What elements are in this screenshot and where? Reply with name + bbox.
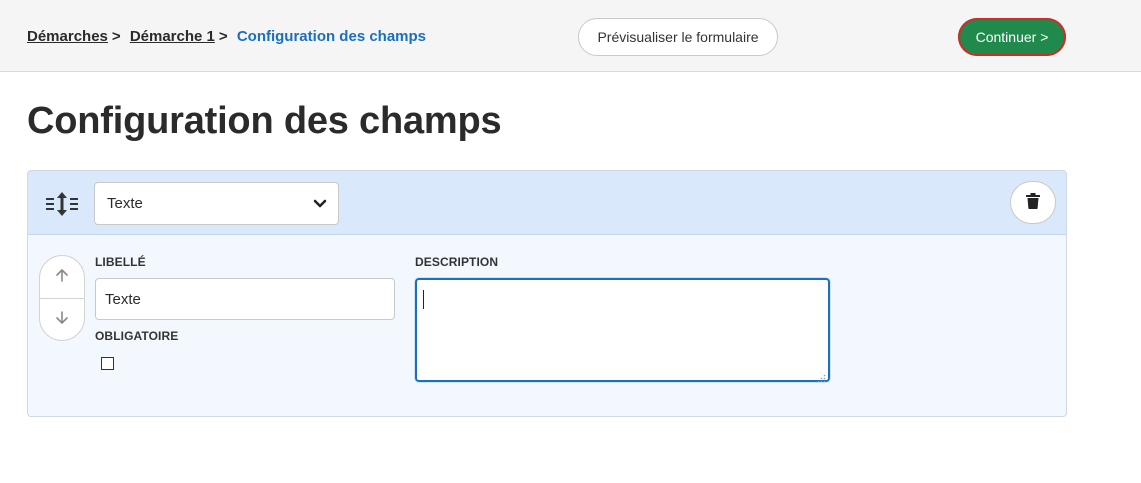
move-buttons bbox=[39, 255, 85, 341]
drag-handle-icon[interactable] bbox=[44, 191, 80, 217]
obligatoire-label: OBLIGATOIRE bbox=[95, 329, 179, 343]
arrow-up-icon bbox=[55, 268, 69, 287]
breadcrumb: Démarches > Démarche 1 > Configuration des… bbox=[27, 28, 426, 45]
trash-icon bbox=[1026, 193, 1040, 212]
field-type-selected: Texte bbox=[107, 195, 143, 212]
chevron-down-icon bbox=[312, 196, 328, 216]
delete-field-button[interactable] bbox=[1010, 181, 1056, 224]
breadcrumb-separator: > bbox=[111, 28, 121, 45]
libelle-label: LIBELLÉ bbox=[95, 255, 146, 269]
obligatoire-checkbox[interactable] bbox=[101, 357, 114, 370]
page-title: Configuration des champs bbox=[27, 100, 502, 142]
breadcrumb-separator: > bbox=[218, 28, 228, 45]
top-bar: Démarches > Démarche 1 > Configuration des… bbox=[0, 0, 1141, 72]
move-down-button[interactable] bbox=[40, 299, 84, 340]
move-up-button[interactable] bbox=[40, 256, 84, 299]
breadcrumb-link-demarches[interactable]: Démarches bbox=[27, 28, 108, 45]
description-textarea[interactable] bbox=[415, 278, 830, 382]
field-card: Texte LIBELLÉ Texte OBLIGATOIRE DESCRIPT… bbox=[27, 170, 1067, 417]
breadcrumb-current: Configuration des champs bbox=[236, 28, 427, 45]
field-type-select[interactable]: Texte bbox=[94, 182, 339, 225]
field-card-header: Texte bbox=[28, 171, 1066, 235]
description-label: DESCRIPTION bbox=[415, 255, 499, 269]
continue-button[interactable]: Continuer > bbox=[958, 18, 1066, 56]
resize-grip-icon[interactable] bbox=[817, 370, 826, 383]
text-caret bbox=[423, 290, 424, 309]
preview-form-button[interactable]: Prévisualiser le formulaire bbox=[578, 18, 778, 56]
breadcrumb-link-demarche-1[interactable]: Démarche 1 bbox=[130, 28, 215, 45]
arrow-down-icon bbox=[55, 311, 69, 330]
libelle-input[interactable] bbox=[95, 278, 395, 320]
